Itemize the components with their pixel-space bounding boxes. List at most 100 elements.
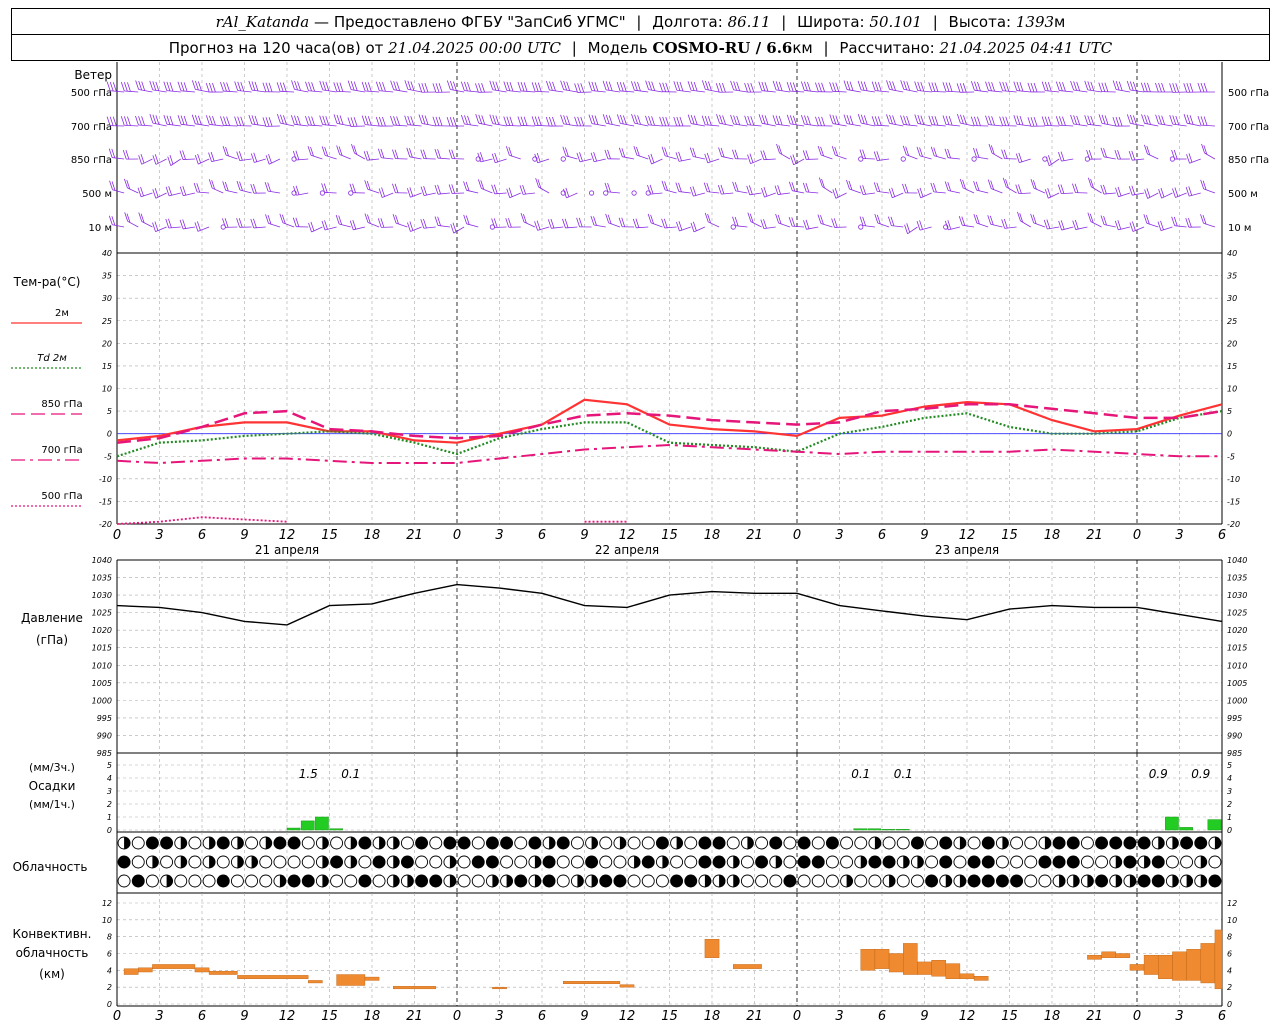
wind-barb-feather: [835, 115, 840, 125]
wind-barb-feather: [333, 114, 338, 124]
pressure-tick-right: 995: [1227, 714, 1242, 723]
wind-barb: [112, 224, 125, 228]
wind-barb-feather: [933, 183, 937, 193]
wind-barb: [466, 223, 479, 228]
wind-barb-feather: [377, 218, 382, 228]
wind-barb-feather: [250, 184, 255, 194]
wind-barb-feather: [1200, 116, 1205, 126]
wind-barb: [608, 222, 621, 228]
wind-barb-feather: [1002, 81, 1007, 92]
wind-barb-feather: [970, 116, 975, 126]
wind-barb-feather: [1185, 186, 1190, 197]
wind-barb-feather: [942, 115, 947, 125]
conv-cloud-bar: [492, 986, 507, 990]
wind-barb-feather: [237, 81, 242, 91]
wind-barb-feather: [1158, 115, 1163, 125]
cloud-cover-half: [1186, 875, 1193, 887]
wind-barb-feather: [352, 183, 356, 193]
wind-barb-feather: [140, 186, 144, 197]
wind-barb-feather: [506, 188, 511, 198]
wind-barb-feather: [1128, 186, 1133, 196]
cloud-cover-half: [449, 875, 456, 887]
wind-barb: [1132, 158, 1145, 161]
wind-barb-feather: [552, 116, 556, 127]
cloud-cover-half: [1144, 856, 1151, 868]
wind-barb-feather: [265, 117, 270, 127]
wind-barb-feather: [1203, 82, 1208, 93]
precip-total-label: 0.9: [1149, 767, 1168, 781]
wind-barb-feather: [282, 82, 287, 92]
cloud-cover-half: [350, 837, 357, 849]
cloud-cover-symbol: [471, 836, 485, 850]
wind-barb-feather: [829, 114, 834, 124]
wind-barb-feather: [763, 150, 767, 160]
cloud-cover-symbol: [670, 855, 684, 869]
cloud-cover-symbol: [825, 874, 839, 888]
wind-barb-feather: [222, 218, 226, 228]
wind-barb: [1103, 156, 1116, 160]
wind-barb-feather: [1203, 116, 1208, 126]
wind-barb-feather: [645, 115, 649, 126]
wind-barb: [549, 89, 564, 93]
wind-barb-feather: [367, 116, 372, 126]
wind-barb-feather: [616, 81, 621, 92]
wind-barb-feather: [423, 149, 427, 159]
wind-barb-feather: [503, 81, 508, 91]
wind-barb-feather: [292, 217, 297, 227]
conv-cloud-bar: [973, 976, 989, 981]
wind-barb-feather: [1087, 81, 1092, 91]
wind-barb-feather: [366, 150, 371, 161]
wind-barb-feather: [290, 115, 295, 125]
cloud-cover-symbol: [1109, 836, 1123, 850]
wind-barb-feather: [461, 114, 465, 125]
temp-tick-right: 10: [1227, 385, 1237, 394]
wind-level-label-right: 10 м: [1228, 223, 1251, 234]
wind-barb-feather: [1132, 81, 1137, 92]
cloud-cover-half: [903, 856, 910, 868]
wind-barb-feather: [1084, 115, 1089, 125]
wind-barb-feather: [857, 80, 862, 90]
wind-barb-feather: [621, 217, 626, 227]
wind-barb-feather: [930, 182, 935, 193]
wind-barb-feather: [734, 216, 739, 227]
pressure-tick-left: 990: [97, 731, 112, 740]
cloud-cover-half: [1044, 837, 1051, 849]
wind-barb-feather: [432, 83, 437, 93]
time-tick-label: 6: [1218, 1009, 1226, 1024]
wind-barb-feather: [276, 82, 281, 92]
wind-barb-feather: [886, 80, 890, 90]
wind-barb: [1203, 222, 1216, 228]
wind-barb-feather: [789, 82, 794, 92]
wind-barb-feather: [322, 115, 327, 126]
wind-barb: [849, 188, 861, 194]
time-tick-label: 21: [406, 528, 423, 543]
wind-barb-feather: [662, 116, 667, 127]
wind-barb: [280, 90, 295, 93]
wind-barb-feather: [902, 183, 906, 193]
wind-barb-feather: [1060, 151, 1065, 161]
conv-tick-right: 2: [1227, 983, 1232, 992]
cloud-cover-symbol: [415, 855, 429, 869]
wind-barb-feather: [353, 81, 358, 91]
wind-barb: [478, 122, 493, 127]
cloud-cover-half: [889, 875, 896, 887]
cloud-cover-symbol: [925, 855, 939, 869]
date-label: 21 апреля: [255, 543, 319, 557]
wind-barb-feather: [1144, 189, 1148, 199]
wind-barb-feather: [565, 187, 570, 197]
wind-barb-feather: [703, 182, 708, 192]
wind-barb-feather: [321, 220, 326, 231]
cloud-cover-half: [1200, 856, 1207, 868]
cloud-cover-symbol: [273, 836, 287, 850]
wind-barb-feather: [1019, 82, 1024, 92]
wind-level-label-left: 500 м: [82, 189, 112, 200]
wind-barb-feather: [152, 155, 157, 165]
temp-title: Тем-ра(°C): [13, 275, 81, 289]
temp-tick-left: -10: [99, 475, 112, 484]
cloud-cover-half: [350, 856, 357, 868]
temp-tick-right: 5: [1227, 407, 1232, 416]
pressure-panel: 1040 1040 1035 1035 1030 1030 1025 1025 1020 1020…: [92, 556, 1248, 758]
wind-barb-feather: [1147, 82, 1151, 92]
wind-barb-feather: [393, 81, 398, 91]
cloud-cover-symbol: [245, 874, 259, 888]
